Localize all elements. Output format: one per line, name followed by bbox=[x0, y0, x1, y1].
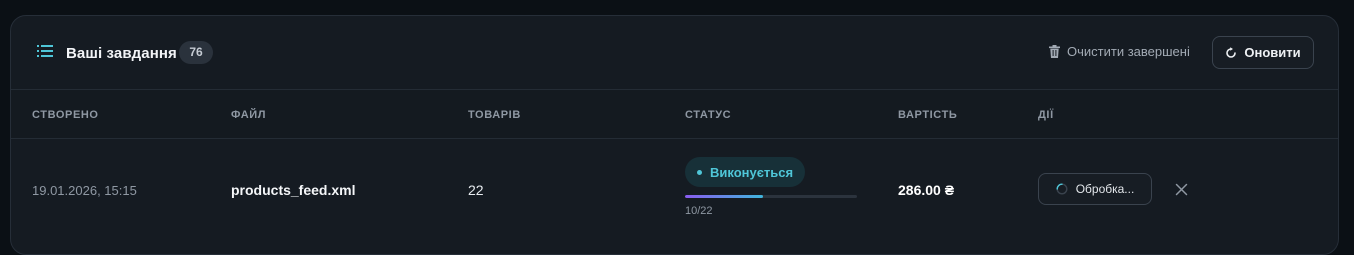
cost-cell: 286.00 ₴ bbox=[898, 182, 955, 198]
status-label: Виконується bbox=[710, 164, 794, 180]
card-header: Ваші завдання 76 Очистити завершені Онов… bbox=[11, 16, 1338, 90]
close-icon[interactable] bbox=[1175, 183, 1188, 196]
items-cell: 22 bbox=[468, 182, 484, 198]
tasks-card: Ваші завдання 76 Очистити завершені Онов… bbox=[10, 15, 1339, 255]
page-title: Ваші завдання bbox=[66, 45, 177, 62]
created-cell: 19.01.2026, 15:15 bbox=[32, 183, 137, 198]
column-created: СТВОРЕНО bbox=[32, 109, 99, 121]
refresh-label: Оновити bbox=[1244, 45, 1301, 60]
refresh-button[interactable]: Оновити bbox=[1212, 36, 1314, 69]
column-file: ФАЙЛ bbox=[231, 109, 267, 121]
clear-completed-button[interactable]: Очистити завершені bbox=[1049, 44, 1190, 59]
progress-bar bbox=[685, 195, 857, 198]
status-badge: Виконується bbox=[685, 157, 806, 187]
processing-label: Обробка... bbox=[1075, 182, 1135, 196]
file-cell: products_feed.xml bbox=[231, 182, 356, 198]
spinner-icon bbox=[1056, 183, 1068, 195]
column-status: СТАТУС bbox=[685, 109, 732, 121]
table-header: СТВОРЕНО ФАЙЛ ТОВАРІВ СТАТУС ВАРТІСТЬ ДІ… bbox=[11, 90, 1338, 139]
processing-button[interactable]: Обробка... bbox=[1038, 173, 1152, 205]
table-row: 19.01.2026, 15:15 products_feed.xml 22 В… bbox=[11, 139, 1338, 254]
tasks-count-badge: 76 bbox=[179, 41, 213, 64]
column-actions: ДІЇ bbox=[1038, 109, 1054, 121]
status-dot-icon bbox=[697, 169, 702, 175]
trash-icon bbox=[1049, 45, 1060, 58]
list-icon bbox=[37, 45, 53, 57]
clear-completed-label: Очистити завершені bbox=[1067, 44, 1190, 59]
column-items: ТОВАРІВ bbox=[468, 109, 521, 121]
column-cost: ВАРТІСТЬ bbox=[898, 109, 958, 121]
refresh-icon bbox=[1226, 46, 1237, 58]
progress-text: 10/22 bbox=[685, 205, 713, 217]
progress-fill bbox=[685, 195, 764, 198]
